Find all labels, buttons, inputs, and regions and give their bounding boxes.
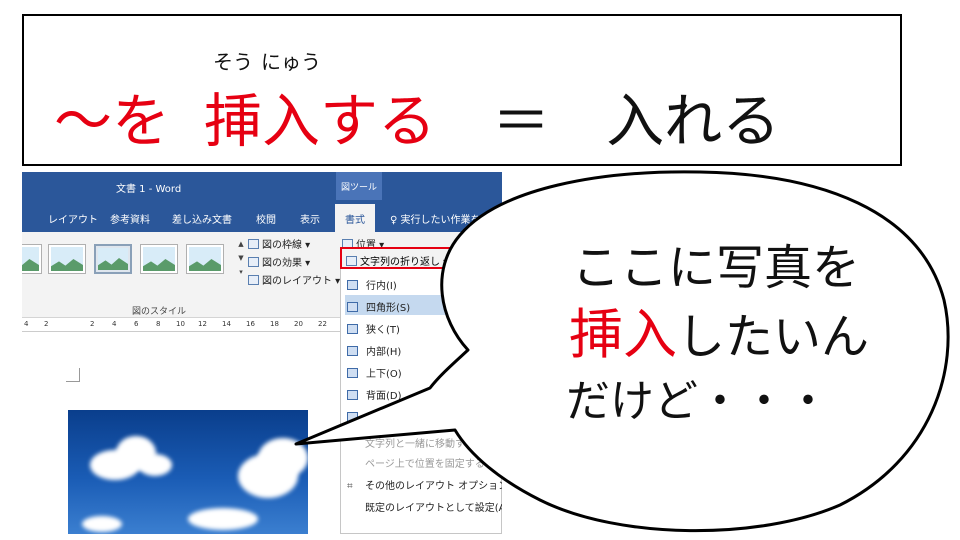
menu-item-move-with-text: 文字列と一緒に移動する (365, 439, 475, 450)
word-titlebar: 文書 1 - Word 図ツール (22, 172, 502, 200)
tab-format[interactable]: 書式 (334, 204, 375, 232)
wrap-text-button[interactable]: 文字列の折り返し ▾ (340, 247, 464, 269)
picture-border-button[interactable]: 図の枠線 ▾ (248, 236, 310, 251)
bubble-text: ここに写真を 挿入したいん だけど・・・ (516, 236, 916, 432)
kanji-nyuu: 入 (262, 87, 321, 155)
square-icon (347, 302, 358, 312)
menu-item-behind-text[interactable]: 背面(D) (345, 383, 499, 403)
gallery-down-icon[interactable]: ▼ (236, 254, 246, 268)
picture-style-thumb[interactable] (186, 244, 224, 274)
menu-item-through[interactable]: 内部(H) (345, 339, 499, 359)
menu-item-square[interactable]: 四角形(S) (345, 295, 499, 315)
document-title: 文書 1 - Word (116, 184, 182, 195)
wrap-text-menu: 行内(I) 四角形(S) 狭く(T) 内部(H) 上下(O) 背面(D) 前面 … (340, 254, 502, 534)
layout-icon (248, 275, 259, 285)
phrase-ireru: 入れる (606, 87, 781, 155)
phrase-kanji-sou: そう 挿 (204, 52, 262, 150)
menu-item-tight[interactable]: 狭く(T) (345, 317, 499, 337)
picture-style-thumb[interactable] (22, 244, 42, 274)
phrase-suru: する (320, 87, 437, 155)
gallery-more-icon[interactable]: ▾ (236, 268, 246, 282)
tight-icon (347, 324, 358, 334)
ribbon-tabs: レイアウト 参考資料 差し込み文書 校閲 表示 書式 ♀ 実行したい作業を入力し (22, 200, 502, 232)
ruler: 4 2 2 4 6 8 10 12 14 16 18 20 22 (22, 318, 342, 332)
ruby-nyuu: にゅう (261, 50, 322, 74)
menu-item-inline[interactable]: 行内(I) (345, 273, 499, 293)
effects-icon (248, 257, 259, 267)
picture-style-thumb[interactable] (48, 244, 86, 274)
picture-style-thumb[interactable] (140, 244, 178, 274)
sky-photo[interactable] (68, 410, 308, 534)
tell-me-box[interactable]: ♀ 実行したい作業を入力し (390, 211, 502, 226)
border-icon (248, 239, 259, 249)
bubble-shitain: したいん (676, 309, 869, 365)
phrase-kanji-nyuu: にゅう 入 (261, 52, 321, 150)
phrase-equals: ＝ (492, 87, 551, 155)
styles-group-label: 図のスタイル (132, 307, 187, 317)
picture-tools-tab[interactable]: 図ツール (336, 172, 382, 200)
tab-view[interactable]: 表示 (300, 211, 320, 226)
tab-references[interactable]: 参考資料 (110, 211, 150, 226)
ruby-sou: そう (213, 50, 254, 74)
menu-item-set-default[interactable]: 既定のレイアウトとして設定(A) (345, 495, 502, 515)
word-screenshot: 文書 1 - Word 図ツール レイアウト 参考資料 差し込み文書 校閲 表示… (22, 172, 502, 534)
tab-mailings[interactable]: 差し込み文書 (172, 211, 232, 226)
kanji-sou: 挿 (204, 87, 263, 155)
bubble-line-3: だけど・・・ (566, 376, 830, 427)
layout-options-icon: ⌗ (347, 481, 353, 492)
tell-me-text: 実行したい作業を入力し (400, 215, 502, 226)
in-front-icon (347, 412, 358, 422)
margin-corner (66, 368, 80, 382)
bubble-line-2: 挿入したいん (516, 300, 916, 372)
bubble-line-1: ここに写真を (571, 240, 860, 296)
tab-layout[interactable]: レイアウト (48, 211, 98, 226)
lightbulb-icon: ♀ (390, 215, 401, 226)
menu-item-more-layout-options[interactable]: ⌗その他のレイアウト オプション(L)... (345, 473, 502, 493)
behind-text-icon (347, 390, 358, 400)
picture-style-thumb[interactable] (94, 244, 132, 274)
title-box: 〜を そう 挿 にゅう 入 する ＝ 入れる (22, 14, 902, 166)
top-bottom-icon (347, 368, 358, 378)
gallery-up-icon[interactable]: ▲ (236, 240, 246, 254)
menu-item-fix-position: ページ上で位置を固定する (365, 459, 485, 470)
through-icon (347, 346, 358, 356)
tab-review[interactable]: 校閲 (256, 211, 276, 226)
picture-layout-button[interactable]: 図のレイアウト ▾ (248, 272, 340, 287)
menu-item-top-bottom[interactable]: 上下(O) (345, 361, 499, 381)
title-phrase: 〜を そう 挿 にゅう 入 する ＝ 入れる (54, 52, 781, 155)
wrap-text-icon (346, 256, 357, 266)
phrase-tilde-wo: 〜を (54, 87, 171, 155)
menu-item-in-front[interactable]: 前面 (345, 405, 499, 425)
inline-icon (347, 280, 358, 290)
picture-effects-button[interactable]: 図の効果 ▾ (248, 254, 310, 269)
bubble-sounyuu: 挿入 (568, 303, 677, 366)
